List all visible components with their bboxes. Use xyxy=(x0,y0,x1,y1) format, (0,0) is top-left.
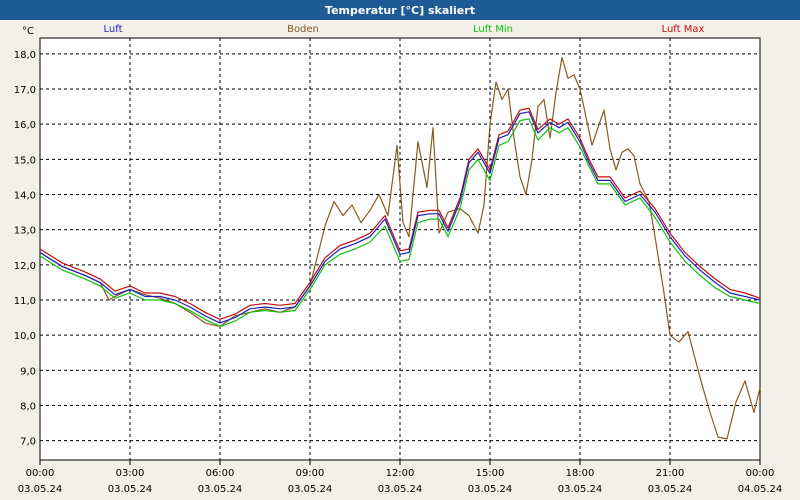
y-tick-label: 18,0 xyxy=(14,50,36,61)
x-tick-date: 03.05.24 xyxy=(378,484,423,495)
x-tick-time: 09:00 xyxy=(296,468,325,479)
y-tick-label: 12,0 xyxy=(14,261,36,272)
y-tick-label: 10,0 xyxy=(14,331,36,342)
chart-title: Temperatur [°C] skaliert xyxy=(0,0,800,20)
y-axis-label: °C xyxy=(22,26,34,37)
legend-entry-boden: Boden xyxy=(287,24,319,35)
y-tick-label: 8,0 xyxy=(20,401,36,412)
x-tick-date: 03.05.24 xyxy=(18,484,63,495)
x-tick-date: 03.05.24 xyxy=(288,484,333,495)
x-tick-time: 00:00 xyxy=(746,468,775,479)
y-tick-label: 16,0 xyxy=(14,120,36,131)
x-tick-time: 21:00 xyxy=(656,468,685,479)
x-tick-time: 12:00 xyxy=(386,468,415,479)
y-tick-label: 15,0 xyxy=(14,155,36,166)
y-tick-label: 9,0 xyxy=(20,366,36,377)
x-tick-date: 03.05.24 xyxy=(198,484,243,495)
legend-entry-luft-max: Luft Max xyxy=(662,24,705,35)
y-tick-label: 7,0 xyxy=(20,437,36,448)
x-tick-time: 18:00 xyxy=(566,468,595,479)
y-tick-label: 13,0 xyxy=(14,226,36,237)
y-tick-label: 17,0 xyxy=(14,85,36,96)
x-tick-time: 03:00 xyxy=(116,468,145,479)
y-tick-label: 11,0 xyxy=(14,296,36,307)
x-tick-date: 03.05.24 xyxy=(558,484,603,495)
x-tick-time: 06:00 xyxy=(206,468,235,479)
chart-svg: 7,0 8,0 9,0 10,0 11,0 12,0 13,0 14,0 15,0 16,0 17,… xyxy=(14,24,783,495)
x-tick-date: 03.05.24 xyxy=(108,484,153,495)
x-tick-date: 03.05.24 xyxy=(468,484,513,495)
legend-entry-luft-min: Luft Min xyxy=(473,24,513,35)
y-tick-label: 14,0 xyxy=(14,190,36,201)
x-tick-time: 15:00 xyxy=(476,468,505,479)
chart-window: Temperatur [°C] skaliert 7,0 8,0 9,0 10,0 11… xyxy=(0,0,800,500)
legend-entry-luft: Luft xyxy=(104,24,123,35)
x-tick-date: 03.05.24 xyxy=(648,484,693,495)
x-tick-time: 00:00 xyxy=(26,468,55,479)
x-tick-date: 04.05.24 xyxy=(738,484,783,495)
